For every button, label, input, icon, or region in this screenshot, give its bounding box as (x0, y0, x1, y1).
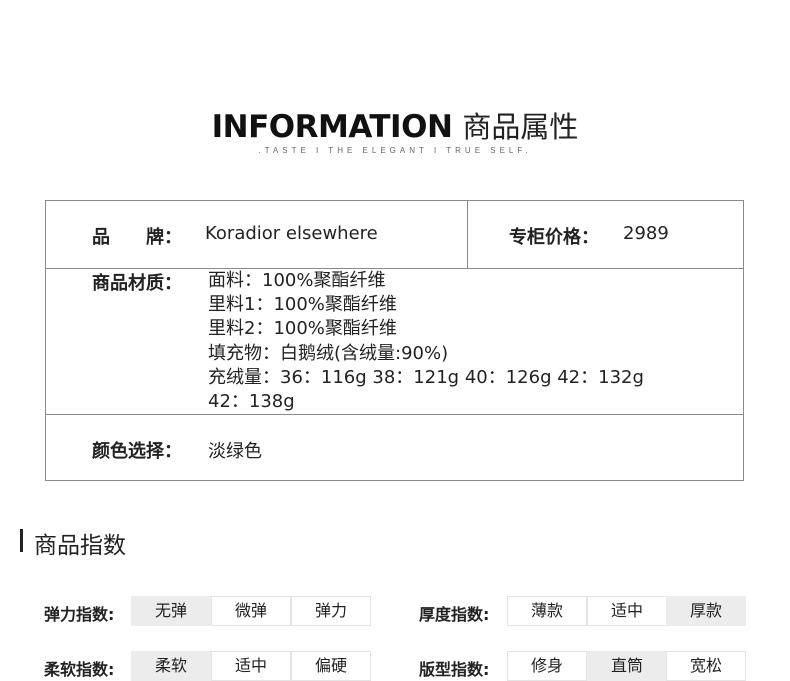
material-label: 商品材质： (92, 273, 182, 294)
index-option-elasticity: 微弹 (211, 596, 291, 626)
index-option-fit: 直筒 (587, 651, 667, 681)
index-option-softness: 柔软 (131, 651, 211, 681)
index-option-elasticity: 弹力 (291, 596, 371, 626)
material-line: 填充物：白鹅绒(含绒量:90%) (208, 342, 449, 364)
material-line: 面料：100%聚酯纤维 (208, 270, 386, 291)
title-en: INFORMATION (211, 109, 453, 145)
index-option-thickness: 厚款 (666, 596, 746, 626)
index-option-elasticity: 无弹 (131, 596, 211, 626)
info-divider (467, 201, 468, 268)
color-label: 颜色选择： (92, 441, 182, 462)
title-cn: 商品属性 (462, 110, 579, 144)
color-value: 淡绿色 (208, 441, 262, 462)
index-label-elasticity: 弹力指数: (44, 605, 115, 624)
info-table: 品 牌： Koradior elsewhere 专柜价格： 2989 商品材质：… (45, 200, 744, 481)
section-title: 商品指数 (34, 533, 126, 559)
index-option-thickness: 适中 (587, 596, 667, 626)
price-value: 2989 (623, 223, 669, 244)
index-label-fit: 版型指数: (419, 660, 490, 679)
material-list: 面料：100%聚酯纤维 里料1：100%聚酯纤维 里料2：100%聚酯纤维 填充… (208, 269, 644, 414)
material-line: 充绒量：36：116g 38：121g 40：126g 42：132g (208, 366, 644, 388)
index-label-softness: 柔软指数: (44, 660, 115, 679)
info-divider-color (46, 414, 743, 415)
material-line: 里料1：100%聚酯纤维 (208, 294, 397, 316)
index-option-fit: 宽松 (666, 651, 746, 681)
material-line: 里料2：100%聚酯纤维 (208, 318, 397, 340)
header-title: INFORMATION 商品属性 (0, 104, 790, 146)
brand-value: Koradior elsewhere (205, 223, 378, 244)
index-option-fit: 修身 (507, 651, 587, 681)
price-label: 专柜价格： (509, 227, 599, 248)
index-option-softness: 偏硬 (291, 651, 371, 681)
section-bar (20, 529, 23, 552)
index-option-thickness: 薄款 (507, 596, 587, 626)
brand-label: 品 牌： (92, 227, 182, 248)
material-line: 42：138g (208, 391, 295, 413)
index-option-softness: 适中 (211, 651, 291, 681)
index-label-thickness: 厚度指数: (419, 605, 490, 624)
tagline: .TASTE I THE ELEGANT I TRUE SELF. (258, 146, 532, 155)
